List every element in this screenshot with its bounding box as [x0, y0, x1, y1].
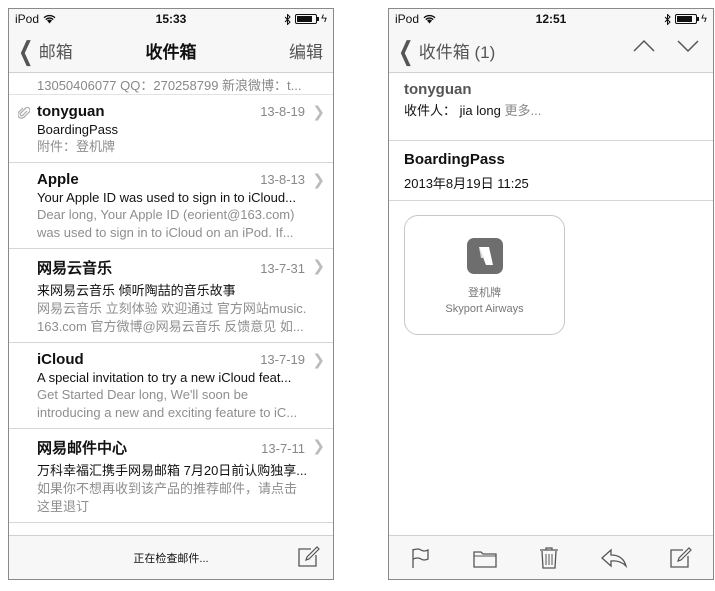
- paperclip-icon: [18, 106, 30, 119]
- chevron-right-icon: ❯: [312, 352, 325, 369]
- mail-sender: 网易邮件中心: [37, 440, 128, 457]
- charging-icon: ϟ: [701, 13, 707, 25]
- sender-block: tonyguan 收件人： jia long 更多...: [389, 73, 713, 141]
- mail-subject: 万科幸福汇携手网易邮箱 7月20日前认购独享...: [37, 463, 308, 478]
- message-screen: iPod 12:51 ϟ ❮ 收件箱 (1) tonyguan 收件人： jia…: [388, 8, 714, 580]
- chevron-right-icon: ❯: [312, 172, 325, 189]
- mail-subject: BoardingPass: [37, 122, 118, 137]
- wifi-icon: [423, 14, 436, 24]
- folder-icon[interactable]: [472, 547, 498, 569]
- previous-message-icon[interactable]: [633, 39, 655, 53]
- partial-preview: 13050406077 QQ：270258799 新浪微博：t...: [9, 73, 333, 95]
- recipients-line: 收件人： jia long 更多...: [404, 100, 698, 119]
- sender-name[interactable]: tonyguan: [404, 81, 698, 98]
- mail-row[interactable]: iCloud 13-7-19 ❯ A special invitation to…: [9, 343, 333, 429]
- carrier-label: iPod: [395, 12, 420, 26]
- next-message-icon[interactable]: [677, 39, 699, 53]
- chevron-right-icon: ❯: [312, 104, 325, 121]
- status-bar: iPod 12:51 ϟ: [389, 9, 713, 29]
- trash-icon[interactable]: [538, 546, 560, 570]
- mail-sender: Apple: [37, 171, 79, 188]
- inbox-screen: iPod 15:33 ϟ ❮ 邮箱 收件箱 编辑 13050406077 QQ：…: [8, 8, 334, 580]
- boarding-pass-icon: [466, 238, 503, 274]
- chevron-right-icon: ❯: [312, 258, 325, 275]
- message-detail: tonyguan 收件人： jia long 更多... BoardingPas…: [389, 73, 713, 535]
- status-bar: iPod 15:33 ϟ: [9, 9, 333, 29]
- chevron-right-icon: ❯: [312, 438, 325, 455]
- navigation-bar: ❮ 收件箱 (1): [389, 29, 713, 73]
- mail-sender: iCloud: [37, 351, 84, 368]
- mail-date: 13-8-13: [260, 172, 305, 187]
- back-button[interactable]: ❮ 邮箱: [9, 38, 73, 64]
- compose-icon[interactable]: [669, 546, 693, 569]
- charging-icon: ϟ: [321, 13, 327, 25]
- chevron-left-icon: ❮: [18, 35, 34, 66]
- bluetooth-icon: [664, 13, 671, 25]
- mail-sender: 网易云音乐: [37, 260, 113, 277]
- mail-subject: Your Apple ID was used to sign in to iCl…: [37, 190, 296, 205]
- back-to-inbox-button[interactable]: ❮ 收件箱 (1): [389, 38, 495, 64]
- mail-preview: Get Started Dear long, We'll soon be int…: [37, 387, 298, 420]
- message-subject: BoardingPass: [404, 151, 505, 168]
- attachment-label: 登机牌: [468, 287, 501, 299]
- checking-mail-status: 正在检查邮件...: [133, 552, 209, 565]
- flag-icon[interactable]: [409, 547, 431, 569]
- wifi-icon: [43, 14, 56, 24]
- edit-button[interactable]: 编辑: [289, 38, 323, 63]
- reply-icon[interactable]: [600, 548, 628, 568]
- mail-preview: 如果你不想再收到该产品的推荐邮件，请点击 这里退订: [37, 481, 298, 514]
- battery-icon: [295, 14, 320, 24]
- mail-row[interactable]: 网易云音乐 13-7-31 ❯ 来网易云音乐 倾听陶喆的音乐故事 网易云音乐 立…: [9, 249, 333, 343]
- passbook-attachment[interactable]: 登机牌 Skyport Airways: [404, 215, 565, 335]
- back-label: 收件箱 (1): [418, 43, 496, 62]
- bottom-toolbar: [389, 535, 713, 579]
- message-date: 2013年8月19日 11:25: [404, 176, 529, 191]
- bluetooth-icon: [284, 13, 291, 25]
- recipients-prefix: 收件人：: [404, 103, 457, 118]
- recipient-name[interactable]: jia long: [460, 103, 501, 118]
- back-label: 邮箱: [38, 43, 73, 62]
- mail-date: 13-7-11: [261, 441, 305, 456]
- battery-icon: [675, 14, 700, 24]
- mail-preview: Dear long, Your Apple ID (eorient@163.co…: [37, 207, 295, 240]
- chevron-left-icon: ❮: [398, 35, 414, 66]
- mail-list[interactable]: 13050406077 QQ：270258799 新浪微博：t... tonyg…: [9, 73, 333, 535]
- mail-preview: 网易云音乐 立刻体验 欢迎通过 官方网站music. 163.com 官方微博@…: [37, 301, 307, 334]
- mail-date: 13-7-19: [260, 352, 305, 367]
- mail-subject: 来网易云音乐 倾听陶喆的音乐故事: [37, 283, 236, 298]
- mail-date: 13-7-31: [260, 261, 305, 276]
- mail-row[interactable]: 网易邮件中心 13-7-11 ❯ 万科幸福汇携手网易邮箱 7月20日前认购独享.…: [9, 429, 333, 523]
- attachment-organization: Skyport Airways: [445, 303, 524, 315]
- mail-date: 13-8-19: [260, 104, 305, 119]
- mail-sender: tonyguan: [37, 103, 105, 120]
- navigation-bar: ❮ 邮箱 收件箱 编辑: [9, 29, 333, 73]
- bottom-toolbar: 正在检查邮件...: [9, 535, 333, 579]
- compose-icon[interactable]: [297, 546, 321, 568]
- subject-block: BoardingPass 2013年8月19日 11:25: [389, 141, 713, 201]
- mail-row[interactable]: Apple 13-8-13 ❯ Your Apple ID was used t…: [9, 163, 333, 249]
- mail-subject: A special invitation to try a new iCloud…: [37, 370, 292, 385]
- mail-row[interactable]: tonyguan 13-8-19 ❯ BoardingPass 附件：登机牌: [9, 95, 333, 163]
- carrier-label: iPod: [15, 12, 40, 26]
- more-recipients-link[interactable]: 更多...: [504, 103, 541, 118]
- mail-preview: 附件：登机牌: [37, 139, 116, 154]
